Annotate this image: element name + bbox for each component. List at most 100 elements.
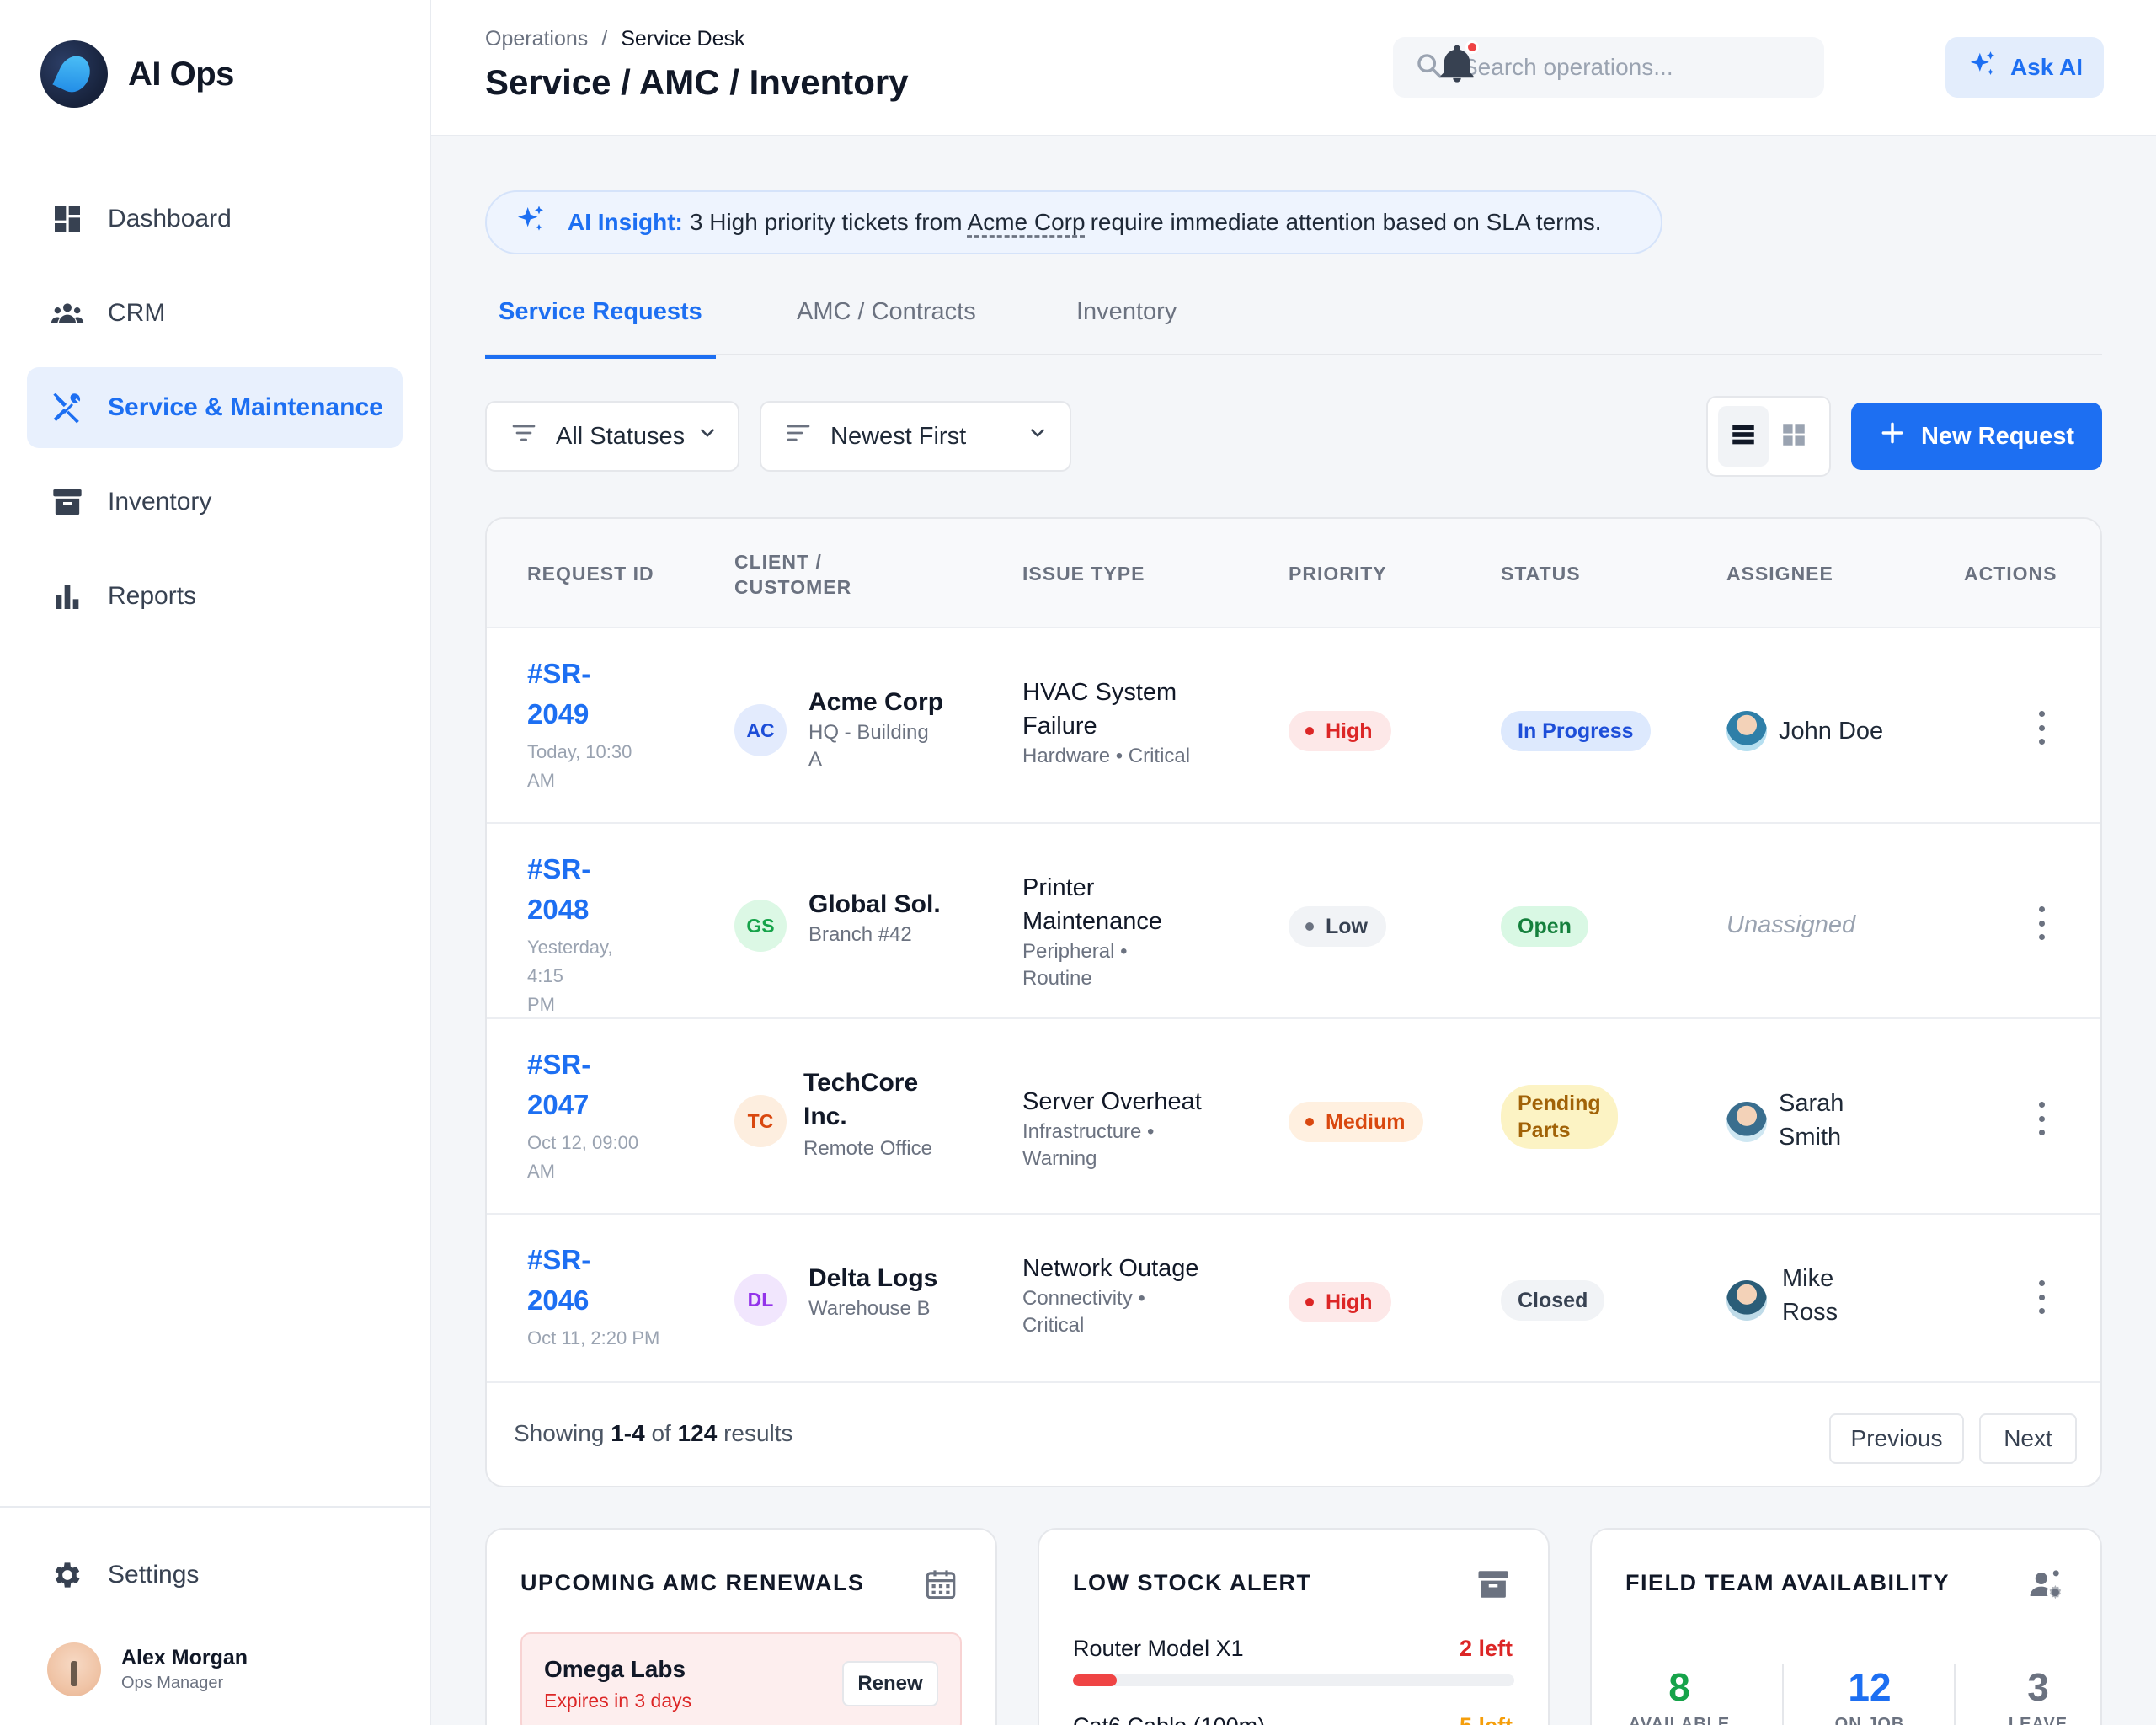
column-header-status[interactable]: STATUS — [1501, 561, 1581, 586]
previous-page-button[interactable]: Previous — [1829, 1413, 1964, 1464]
more-actions-icon[interactable] — [2033, 906, 2050, 940]
filter-icon — [510, 419, 537, 453]
sort-dropdown[interactable]: Newest First — [760, 401, 1071, 472]
plus-icon — [1879, 419, 1921, 453]
client-avatar: GS — [734, 900, 787, 952]
request-id-link[interactable]: #SR- 2046 — [527, 1240, 654, 1321]
assignee-avatar — [1726, 1102, 1767, 1142]
ai-insight-banner: AI Insight: 3 High priority tickets from… — [485, 190, 1662, 254]
client-avatar: TC — [734, 1095, 787, 1147]
priority-badge: Low — [1289, 906, 1386, 947]
search-input[interactable] — [1462, 54, 1799, 81]
breadcrumb-separator: / — [601, 27, 608, 51]
new-request-button[interactable]: New Request — [1851, 403, 2102, 470]
table-row[interactable]: #SR- 2049 Today, 10:30 AM AC Acme Corp HQ … — [487, 628, 2100, 824]
renew-button[interactable]: Renew — [842, 1661, 938, 1706]
table-row[interactable]: #SR- 2046 Oct 11, 2:20 PM DL Delta Logs W… — [487, 1215, 2100, 1383]
assignee-unassigned: Unassigned — [1726, 911, 1856, 938]
status-filter-dropdown[interactable]: All Statuses — [485, 401, 739, 472]
brand[interactable]: AI Ops — [40, 40, 234, 108]
sort-value: Newest First — [830, 422, 967, 450]
sidebar-divider — [0, 1506, 431, 1508]
app-logo — [40, 40, 108, 108]
stock-level-fill — [1073, 1674, 1118, 1686]
pagination-summary: Showing 1-4 of 124 results — [514, 1420, 793, 1446]
sidebar-item-dashboard[interactable]: Dashboard — [27, 179, 403, 259]
status-badge: Open — [1501, 906, 1588, 947]
column-header-priority[interactable]: PRIORITY — [1289, 561, 1387, 586]
gear-icon — [49, 1557, 86, 1594]
team-stat-label: AVAILABLE — [1628, 1715, 1731, 1725]
sidebar-item-reports[interactable]: Reports — [27, 556, 403, 637]
assignee-name: Mike Ross — [1782, 1265, 1838, 1326]
sidebar-item-settings[interactable]: Settings — [49, 1557, 199, 1594]
client-location: HQ - Building A — [808, 721, 929, 771]
request-id-link[interactable]: #SR- 2049 — [527, 654, 654, 734]
stock-item-name: Cat6 Cable (100m) — [1073, 1713, 1265, 1725]
issue-category: Hardware • Critical — [1022, 745, 1191, 767]
insight-text-after: require immediate attention based on SLA… — [1090, 209, 1602, 235]
tab-service-requests[interactable]: Service Requests — [485, 298, 716, 359]
sidebar-nav: Dashboard CRM Service & Maintenance Inve… — [27, 179, 403, 650]
stock-item-remaining: 2 left — [1459, 1636, 1513, 1661]
user-profile[interactable]: Alex Morgan Ops Manager — [47, 1642, 248, 1696]
tab-amc-contracts[interactable]: AMC / Contracts — [783, 298, 990, 359]
client-location: Warehouse B — [808, 1297, 931, 1320]
request-time: Yesterday, 4:15 PM — [527, 937, 613, 1015]
sidebar-item-crm[interactable]: CRM — [27, 273, 403, 354]
more-actions-icon[interactable] — [2033, 711, 2050, 745]
sidebar: AI Ops Dashboard CRM Service & Maintenan… — [0, 0, 431, 1725]
breadcrumb-service-desk: Service Desk — [621, 27, 745, 51]
avatar — [47, 1642, 101, 1696]
team-stat-available: 8 AVAILABLE — [1595, 1664, 1764, 1725]
column-header-request-id[interactable]: REQUEST ID — [527, 561, 654, 586]
client-avatar: AC — [734, 704, 787, 756]
ask-ai-button[interactable]: Ask AI — [1945, 37, 2104, 98]
sidebar-item-label: Inventory — [108, 488, 212, 515]
table-row[interactable]: #SR- 2048 Yesterday, 4:15 PM GS Global Sol… — [487, 824, 2100, 1019]
issue-category: Infrastructure • Warning — [1022, 1120, 1155, 1170]
status-badge: Closed — [1501, 1280, 1605, 1321]
more-actions-icon[interactable] — [2033, 1280, 2050, 1314]
sidebar-item-label: Reports — [108, 582, 197, 610]
next-page-button[interactable]: Next — [1979, 1413, 2077, 1464]
assignee-avatar — [1726, 711, 1767, 751]
table-row[interactable]: #SR- 2047 Oct 12, 09:00 AM TC TechCore Inc.… — [487, 1019, 2100, 1215]
tab-inventory[interactable]: Inventory — [1063, 298, 1190, 359]
ask-ai-label: Ask AI — [2009, 54, 2084, 80]
card-title: FIELD TEAM AVAILABILITY — [1625, 1570, 1950, 1595]
column-header-actions: ACTIONS — [1964, 563, 2057, 585]
status-filter-value: All Statuses — [556, 422, 686, 450]
team-stat-on-job: 12 ON JOB — [1785, 1664, 1954, 1725]
breadcrumb: Operations / Service Desk — [485, 27, 745, 51]
divider — [1782, 1664, 1784, 1725]
column-header-issue-type[interactable]: ISSUE TYPE — [1022, 561, 1145, 586]
app-name: AI Ops — [128, 55, 234, 93]
assignee-name: Sarah Smith — [1779, 1090, 1844, 1151]
request-id-link[interactable]: #SR- 2047 — [527, 1044, 654, 1125]
insight-client-link[interactable]: Acme Corp — [968, 209, 1086, 236]
list-view-button[interactable] — [1718, 406, 1769, 467]
grid-view-button[interactable] — [1769, 406, 1819, 467]
sidebar-item-inventory[interactable]: Inventory — [27, 462, 403, 542]
more-actions-icon[interactable] — [2033, 1102, 2050, 1135]
settings-label: Settings — [108, 1561, 200, 1589]
column-header-assignee[interactable]: ASSIGNEE — [1726, 561, 1833, 586]
column-header-client[interactable]: CLIENT / CUSTOMER — [734, 549, 869, 600]
client-avatar: DL — [734, 1274, 787, 1326]
stock-item-name: Router Model X1 — [1073, 1636, 1244, 1661]
low-stock-card: LOW STOCK ALERT Router Model X1 2 left C… — [1038, 1528, 1550, 1725]
card-title: UPCOMING AMC RENEWALS — [520, 1570, 865, 1595]
priority-badge: High — [1289, 711, 1391, 751]
request-id-link[interactable]: #SR- 2048 — [527, 849, 654, 930]
breadcrumb-operations[interactable]: Operations — [485, 27, 588, 51]
tab-bar: Service Requests AMC / Contracts Invento… — [485, 288, 2102, 359]
team-stat-leave: 3 LEAVE — [1954, 1664, 2100, 1725]
sidebar-item-service-maintenance[interactable]: Service & Maintenance — [27, 367, 403, 448]
request-time: Today, 10:30 AM — [527, 741, 632, 791]
status-badge: In Progress — [1501, 711, 1651, 751]
top-header: Operations / Service Desk Service / AMC / … — [431, 0, 2156, 136]
service-requests-table: REQUEST ID CLIENT / CUSTOMER ISSUE TYPE … — [485, 517, 2102, 1487]
sidebar-item-label: CRM — [108, 299, 166, 327]
notification-dot — [1465, 40, 1479, 54]
